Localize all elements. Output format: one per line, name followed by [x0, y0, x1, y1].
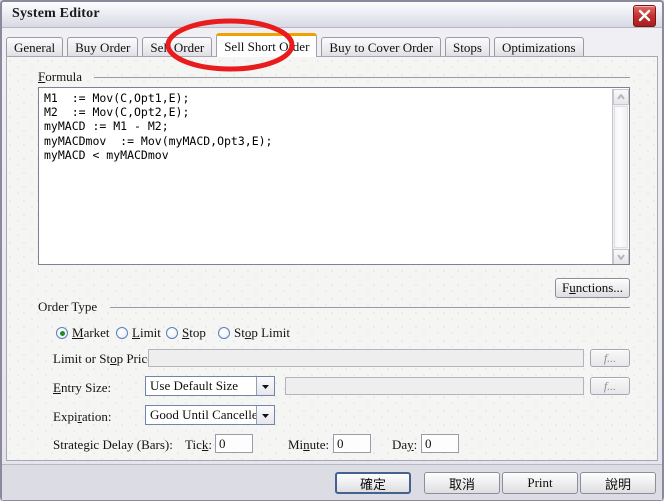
entry-size-expression-input[interactable] — [285, 377, 584, 395]
entry-size-label: Entry Size: — [53, 380, 112, 395]
tab-buy-order[interactable]: Buy Order — [67, 37, 139, 57]
entry-size-select[interactable]: Use Default Size — [145, 376, 275, 396]
limit-or-stop-price-input[interactable] — [148, 349, 584, 367]
ok-button[interactable]: 確定 — [335, 472, 411, 494]
tab-sell-short-order[interactable]: Sell Short Order — [216, 33, 318, 57]
cancel-button[interactable]: 取消 — [424, 472, 500, 494]
close-button[interactable] — [633, 5, 656, 27]
tab-label: Buy Order — [75, 39, 131, 55]
order-type-group: Order Type — [38, 299, 630, 314]
tab-label: Stops — [453, 39, 482, 55]
window-title: System Editor — [12, 6, 100, 21]
radio-market[interactable]: Market — [56, 325, 110, 341]
expiration-select[interactable]: Good Until Cancelled — [145, 405, 275, 425]
dialog-footer: 確定 取消 Print 說明 — [2, 464, 662, 500]
print-button-label: Print — [527, 475, 553, 490]
formula-vertical-scrollbar[interactable] — [612, 89, 629, 264]
order-type-group-line — [110, 307, 630, 308]
formula-editor[interactable]: M1 := Mov(C,Opt1,E); M2 := Mov(C,Opt2,E)… — [38, 87, 630, 265]
expiration-value: Good Until Cancelled — [150, 407, 256, 422]
radio-limit-indicator — [116, 327, 128, 339]
limit-or-stop-price-label: Limit or Stop Price: — [53, 351, 157, 366]
radio-market-label: Market — [72, 325, 110, 340]
fx-label: f... — [603, 378, 617, 393]
radio-limit[interactable]: Limit — [116, 325, 161, 341]
tick-label: Tick: — [185, 437, 212, 452]
fx-label: f... — [603, 350, 617, 365]
scroll-track[interactable] — [614, 106, 628, 248]
tab-label: Optimizations — [501, 39, 576, 55]
scroll-up-button[interactable] — [613, 89, 629, 105]
entry-size-value: Use Default Size — [150, 378, 239, 393]
chevron-down-icon — [256, 406, 274, 424]
radio-stop-limit-label: Stop Limit — [234, 325, 290, 340]
chevron-down-icon — [256, 377, 274, 395]
help-button[interactable]: 說明 — [580, 472, 656, 494]
radio-market-indicator — [56, 327, 68, 339]
limit-or-stop-price-fx-button[interactable]: f... — [590, 349, 630, 367]
radio-stop-limit-indicator — [218, 327, 230, 339]
scroll-down-button[interactable] — [613, 249, 629, 264]
radio-stop-label: Stop — [182, 325, 206, 340]
order-type-group-label: Order Type — [38, 299, 98, 314]
radio-stop-indicator — [166, 327, 178, 339]
tab-general[interactable]: General — [6, 37, 64, 57]
expiration-label: Expiration: — [53, 409, 112, 424]
radio-stop-limit[interactable]: Stop Limit — [218, 325, 290, 341]
tab-label: Buy to Cover Order — [329, 39, 434, 55]
tab-label: Sell Short Order — [224, 38, 310, 54]
print-button[interactable]: Print — [502, 472, 578, 494]
ok-button-label: 確定 — [359, 477, 386, 493]
system-editor-window: System Editor General Buy Order Sell Ord… — [0, 0, 664, 501]
tab-stops[interactable]: Stops — [445, 37, 490, 57]
radio-limit-label: Limit — [132, 325, 161, 340]
radio-stop[interactable]: Stop — [166, 325, 206, 341]
functions-button[interactable]: Functions... — [555, 278, 630, 298]
tab-sell-order[interactable]: Sell Order — [142, 37, 213, 57]
functions-button-label: Functions... — [561, 280, 624, 295]
tab-buy-to-cover-order[interactable]: Buy to Cover Order — [321, 37, 442, 57]
tab-label: General — [14, 39, 56, 55]
day-label: Day: — [392, 437, 418, 452]
help-button-label: 說明 — [604, 477, 631, 493]
day-input[interactable] — [421, 434, 459, 453]
formula-group-label: Formula — [38, 69, 87, 85]
tab-strip: General Buy Order Sell Order Sell Short … — [6, 33, 658, 57]
entry-size-fx-button[interactable]: f... — [590, 377, 630, 395]
minute-label: Minute: — [288, 437, 330, 452]
title-bar: System Editor — [2, 2, 662, 28]
formula-group: Formula — [38, 69, 630, 85]
strategic-delay-label: Strategic Delay (Bars): — [53, 437, 173, 452]
tab-optimizations[interactable]: Optimizations — [493, 37, 584, 57]
minute-input[interactable] — [333, 434, 371, 453]
formula-group-line — [94, 77, 630, 78]
formula-label-rest: ormula — [45, 69, 83, 84]
cancel-button-label: 取消 — [448, 477, 475, 493]
tab-label: Sell Order — [150, 39, 205, 55]
tick-input[interactable] — [215, 434, 253, 453]
formula-code[interactable]: M1 := Mov(C,Opt1,E); M2 := Mov(C,Opt2,E)… — [44, 91, 272, 162]
